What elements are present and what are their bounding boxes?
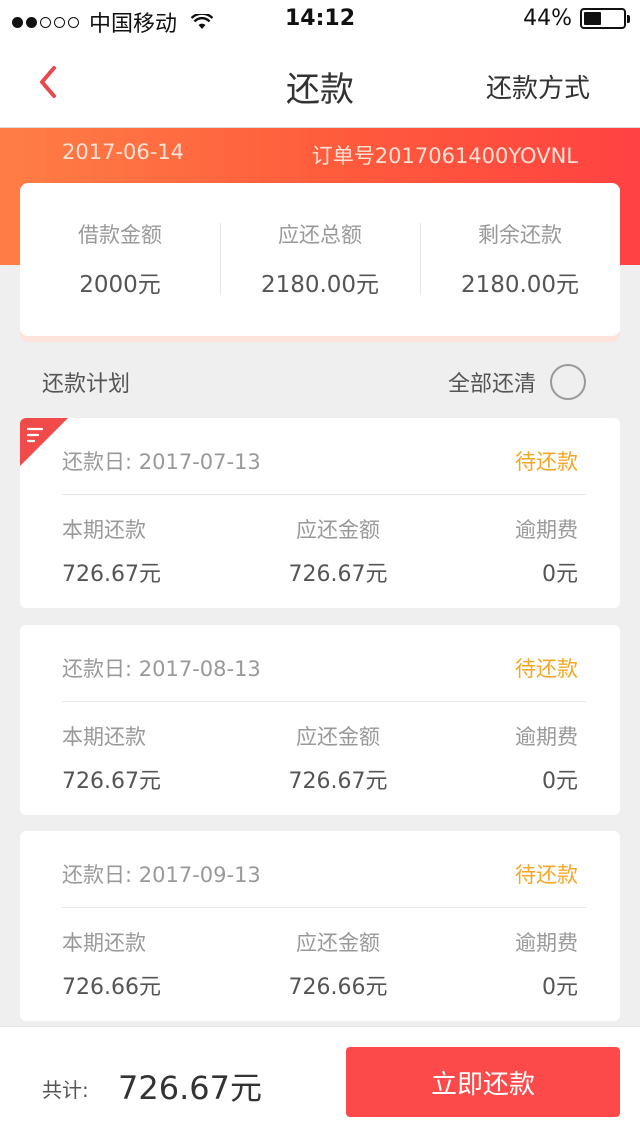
summary-loan-amount: 借款金额 2000元 — [20, 183, 220, 336]
due-date: 还款日: 2017-08-13 — [62, 657, 261, 681]
amount-due-value: 726.66元 — [288, 975, 388, 1000]
battery-fill — [584, 12, 601, 25]
amount-due-label: 应还金额 — [295, 931, 380, 955]
summary-label: 应还总额 — [278, 223, 362, 247]
installment-details: 本期还款 726.67元 应还金额 726.67元 逾期费 0元 — [62, 514, 578, 588]
installment-card[interactable]: 还款日: 2017-09-13 待还款 本期还款 726.66元 应还金额 72… — [20, 831, 620, 1021]
plan-header: 还款计划 全部还清 — [0, 358, 640, 404]
overdue-fee-value: 0元 — [542, 769, 578, 794]
amount-due: 应还金额 726.67元 — [289, 514, 388, 588]
overdue-fee-label: 逾期费 — [515, 931, 578, 955]
total-amount: 726.67元 — [118, 1069, 262, 1107]
overdue-fee: 逾期费 0元 — [515, 514, 578, 588]
order-date: 2017-06-14 — [62, 140, 185, 164]
order-number: 订单号2017061400YOVNL — [311, 144, 578, 168]
overdue-fee-label: 逾期费 — [515, 518, 578, 542]
summary-label: 借款金额 — [78, 223, 162, 247]
amount-due: 应还金额 726.67元 — [289, 721, 388, 795]
installment-details: 本期还款 726.66元 应还金额 726.66元 逾期费 0元 — [62, 927, 578, 1001]
period-payment-value: 726.66元 — [62, 975, 161, 1000]
period-payment: 本期还款 726.66元 — [62, 927, 161, 1001]
summary-label: 剩余还款 — [478, 223, 562, 247]
amount-due-label: 应还金额 — [295, 725, 380, 749]
installment-card[interactable]: 还款日: 2017-07-13 待还款 本期还款 726.67元 应还金额 72… — [20, 418, 620, 608]
current-period-tag-icon — [20, 418, 68, 466]
summary-value: 2000元 — [79, 272, 161, 298]
status-badge: 待还款 — [515, 863, 578, 887]
battery-percent: 44% — [523, 6, 572, 31]
summary-remaining: 剩余还款 2180.00元 — [420, 183, 620, 336]
summary-total-due: 应还总额 2180.00元 — [220, 183, 420, 336]
summary-value: 2180.00元 — [460, 272, 580, 298]
overdue-fee: 逾期费 0元 — [515, 927, 578, 1001]
battery-icon — [580, 8, 630, 29]
period-payment: 本期还款 726.67元 — [62, 721, 161, 795]
due-date: 还款日: 2017-09-13 — [62, 863, 261, 887]
due-date: 还款日: 2017-07-13 — [62, 450, 261, 474]
installment-details: 本期还款 726.67元 应还金额 726.67元 逾期费 0元 — [62, 721, 578, 795]
plan-title: 还款计划 — [42, 372, 131, 397]
overdue-fee-value: 0元 — [542, 562, 578, 587]
status-right: 44% — [523, 6, 630, 31]
period-payment-label: 本期还款 — [62, 725, 146, 749]
amount-due-label: 应还金额 — [295, 518, 380, 542]
period-payment-value: 726.67元 — [62, 562, 161, 587]
period-payment-value: 726.67元 — [62, 769, 161, 794]
divider — [62, 701, 586, 702]
pay-all-radio[interactable] — [550, 364, 586, 400]
total-label: 共计: — [42, 1078, 89, 1102]
amount-due-value: 726.67元 — [288, 562, 388, 587]
summary-value: 2180.00元 — [260, 272, 380, 298]
period-payment-label: 本期还款 — [62, 931, 146, 955]
bottom-bar: 共计: 726.67元 立即还款 — [0, 1026, 640, 1136]
divider — [62, 907, 586, 908]
overdue-fee-label: 逾期费 — [515, 725, 578, 749]
status-badge: 待还款 — [515, 657, 578, 681]
pay-now-button[interactable]: 立即还款 — [346, 1047, 620, 1117]
loan-summary-card: 借款金额 2000元 应还总额 2180.00元 剩余还款 2180.00元 — [20, 183, 620, 336]
amount-due: 应还金额 726.66元 — [289, 927, 388, 1001]
pay-all-toggle[interactable]: 全部还清 — [448, 364, 586, 400]
pay-all-label: 全部还清 — [447, 372, 536, 397]
status-badge: 待还款 — [515, 450, 578, 474]
overdue-fee: 逾期费 0元 — [515, 721, 578, 795]
divider — [62, 494, 586, 495]
installment-card[interactable]: 还款日: 2017-08-13 待还款 本期还款 726.67元 应还金额 72… — [20, 625, 620, 815]
amount-due-value: 726.67元 — [288, 769, 388, 794]
nav-bar: 还款 还款方式 — [0, 40, 640, 128]
status-bar: 中国移动 14:12 44% — [0, 0, 640, 40]
period-payment: 本期还款 726.67元 — [62, 514, 161, 588]
overdue-fee-value: 0元 — [542, 975, 578, 1000]
period-payment-label: 本期还款 — [62, 518, 146, 542]
repayment-method-link[interactable]: 还款方式 — [486, 68, 590, 105]
